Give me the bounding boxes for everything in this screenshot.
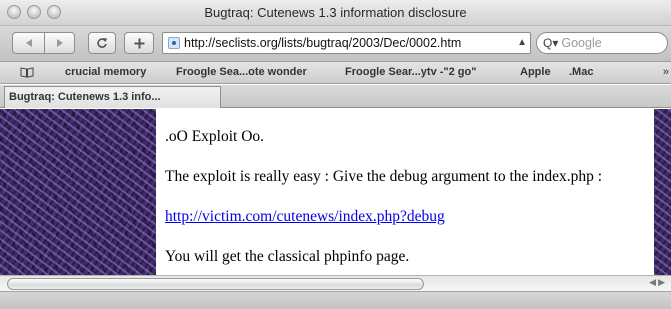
background-texture-right [654, 109, 671, 275]
navigation-toolbar: http://seclists.org/lists/bugtraq/2003/D… [0, 26, 671, 62]
back-arrow-icon [25, 39, 32, 47]
page-content: .oO Exploit Oo. The exploit is really ea… [0, 109, 671, 275]
address-url: http://seclists.org/lists/bugtraq/2003/D… [184, 36, 462, 50]
address-dropdown-icon[interactable]: ▲ [515, 33, 527, 53]
site-favicon [168, 37, 180, 49]
scroll-arrows-icon[interactable]: ◀▶ [649, 277, 667, 288]
bookmark-froogle-search-1[interactable]: Froogle Sea...ote wonder [176, 62, 307, 83]
horizontal-scroll-thumb[interactable] [7, 278, 424, 290]
forward-button[interactable] [44, 32, 75, 54]
reload-button[interactable] [88, 32, 116, 54]
bookmark-crucial-memory[interactable]: crucial memory [65, 62, 146, 83]
reload-icon [97, 38, 107, 48]
bookmarks-book-icon[interactable] [20, 67, 34, 78]
tab-bar: Bugtraq: Cutenews 1.3 info... [0, 85, 671, 108]
tab-bugtraq[interactable]: Bugtraq: Cutenews 1.3 info... [4, 86, 221, 108]
window-title: Bugtraq: Cutenews 1.3 information disclo… [204, 5, 467, 20]
bookmarks-bar: crucial memory Froogle Sea...ote wonder … [0, 62, 671, 84]
exploit-description: The exploit is really easy : Give the de… [165, 168, 603, 185]
background-texture-left [0, 109, 156, 275]
bookmark-apple[interactable]: Apple [520, 62, 551, 83]
horizontal-scrollbar[interactable]: ◀▶ [0, 275, 671, 291]
add-bookmark-button[interactable] [124, 32, 154, 54]
search-icon: Q▾ [543, 36, 559, 50]
address-bar[interactable]: http://seclists.org/lists/bugtraq/2003/D… [162, 32, 531, 54]
plus-icon [134, 38, 144, 49]
exploit-url-link[interactable]: http://victim.com/cutenews/index.php?deb… [165, 208, 445, 225]
search-placeholder: Google [561, 36, 602, 50]
back-button[interactable] [12, 32, 44, 54]
exploit-heading: .oO Exploit Oo. [165, 128, 265, 145]
exploit-result-text: You will get the classical phpinfo page. [165, 248, 410, 265]
status-bar [0, 291, 671, 309]
bookmarks-overflow-icon[interactable]: » [663, 62, 669, 83]
search-field[interactable]: Q▾ Google [536, 32, 668, 54]
forward-arrow-icon [56, 39, 63, 47]
bookmark-mac[interactable]: .Mac [569, 62, 593, 83]
bookmark-froogle-search-2[interactable]: Froogle Sear...ytv -"2 go" [345, 62, 476, 83]
title-bar: Bugtraq: Cutenews 1.3 information disclo… [0, 0, 671, 26]
